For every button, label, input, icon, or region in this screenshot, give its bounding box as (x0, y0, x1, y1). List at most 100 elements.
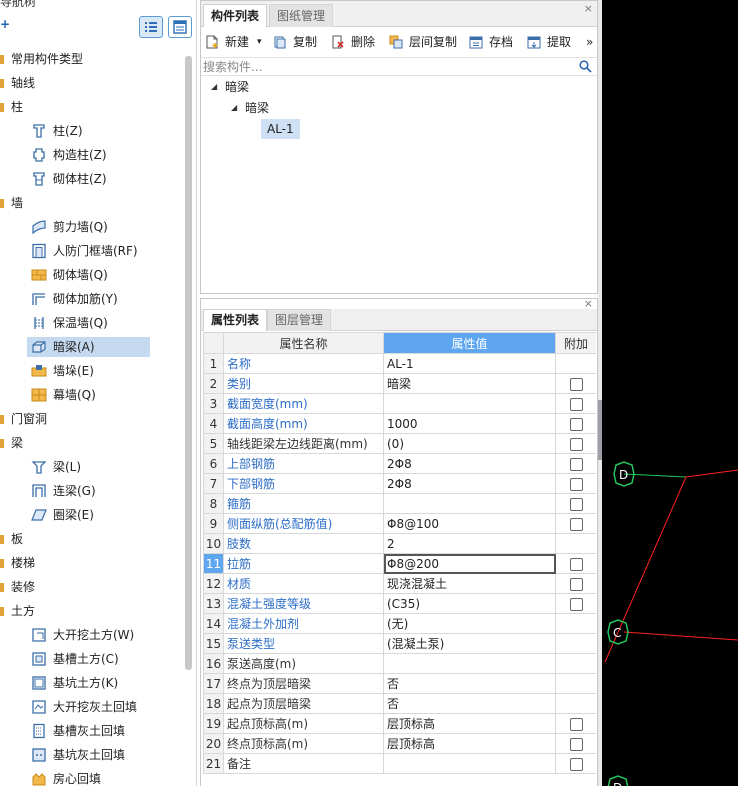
property-row[interactable]: 16 泵送高度(m) (203, 653, 596, 674)
property-value-cell[interactable]: 层顶标高 (383, 713, 556, 734)
nav-item-curtain-wall[interactable]: 幕墙(Q) (27, 385, 150, 405)
attach-checkbox[interactable] (569, 497, 583, 511)
attach-cell (555, 453, 596, 474)
nav-item-civil-defense-door-wall[interactable]: 人防门框墙(RF) (27, 241, 150, 261)
tab-component-list[interactable]: 构件列表 (203, 4, 268, 27)
nav-item-column[interactable]: 柱(Z) (27, 121, 150, 141)
nav-item-beam[interactable]: 梁(L) (27, 457, 150, 477)
property-row[interactable]: 11 拉筋 Φ8@200 (203, 553, 596, 574)
property-row[interactable]: 13 混凝土强度等级 (C35) (203, 593, 596, 614)
nav-item-construct-column[interactable]: 构造柱(Z) (27, 145, 150, 165)
property-value-cell[interactable]: 现浇混凝土 (383, 573, 556, 594)
property-row[interactable]: 7 下部钢筋 2Φ8 (203, 473, 596, 494)
property-row[interactable]: 5 轴线距梁左边线距离(mm) (0) (203, 433, 596, 454)
nav-item-excavation-backfill[interactable]: 大开挖灰土回填 (27, 697, 150, 717)
nav-item-shear-wall[interactable]: 剪力墙(Q) (27, 217, 150, 237)
property-value-cell[interactable]: 2Φ8 (383, 453, 556, 474)
attach-checkbox[interactable] (569, 417, 583, 431)
property-row[interactable]: 19 起点顶标高(m) 层顶标高 (203, 713, 596, 734)
property-row[interactable]: 2 类别 暗梁 (203, 373, 596, 394)
property-value-cell[interactable]: (无) (383, 613, 556, 634)
component-panel-close-button[interactable]: × (584, 2, 593, 15)
attach-checkbox[interactable] (569, 517, 583, 531)
copy-button[interactable]: 复制 (273, 28, 323, 56)
property-value-cell[interactable] (383, 393, 556, 414)
extract-button[interactable]: 提取 (527, 28, 577, 56)
property-value-cell[interactable]: Φ8@200 (383, 553, 556, 574)
nav-item-ring-beam[interactable]: 圈梁(E) (27, 505, 150, 525)
property-value-cell[interactable]: 2 (383, 533, 556, 554)
property-value-cell[interactable]: 暗梁 (383, 373, 556, 394)
new-dropdown-icon[interactable]: ▾ (257, 28, 262, 56)
property-row[interactable]: 6 上部钢筋 2Φ8 (203, 453, 596, 474)
attach-checkbox[interactable] (569, 477, 583, 491)
drawing-canvas[interactable]: D C D (602, 0, 738, 786)
nav-item-excavation[interactable]: 大开挖土方(W) (27, 625, 150, 645)
attach-checkbox[interactable] (569, 757, 583, 771)
property-value-cell[interactable]: (C35) (383, 593, 556, 614)
component-search-input[interactable] (203, 59, 563, 75)
nav-item-masonry-column[interactable]: 砌体柱(Z) (27, 169, 150, 189)
delete-button[interactable]: 删除 (331, 28, 381, 56)
nav-item-pit-backfill[interactable]: 基坑灰土回填 (27, 745, 150, 765)
property-value-cell[interactable] (383, 653, 556, 674)
tab-layer-management[interactable]: 图层管理 (267, 309, 332, 331)
archive-button[interactable]: 存档 (469, 28, 519, 56)
property-value-cell[interactable]: 层顶标高 (383, 733, 556, 754)
nav-item-room-backfill[interactable]: 房心回填 (27, 769, 150, 786)
property-row[interactable]: 3 截面宽度(mm) (203, 393, 596, 414)
toolbar-more-button[interactable]: » (586, 28, 596, 56)
property-row[interactable]: 9 侧面纵筋(总配筋值) Φ8@100 (203, 513, 596, 534)
property-row[interactable]: 21 备注 (203, 753, 596, 774)
nav-item-wall-pier[interactable]: 墙垛(E) (27, 361, 150, 381)
table-view-button[interactable] (168, 16, 192, 38)
property-value-cell[interactable]: Φ8@100 (383, 513, 556, 534)
nav-scrollbar[interactable] (185, 56, 192, 670)
property-value-cell[interactable]: 否 (383, 693, 556, 714)
property-value-cell[interactable]: AL-1 (383, 353, 556, 374)
nav-item-masonry-reinforcement[interactable]: 砌体加筋(Y) (27, 289, 150, 309)
attach-checkbox[interactable] (569, 397, 583, 411)
property-value-cell[interactable]: 否 (383, 673, 556, 694)
property-row[interactable]: 15 泵送类型 (混凝土泵) (203, 633, 596, 654)
nav-item-hidden-beam[interactable]: 暗梁(A) (27, 337, 150, 357)
property-row[interactable]: 10 肢数 2 (203, 533, 596, 554)
tab-drawing-management[interactable]: 图纸管理 (269, 4, 334, 27)
nav-item-trench-earthwork[interactable]: 基槽土方(C) (27, 649, 150, 669)
attach-checkbox[interactable] (569, 597, 583, 611)
list-view-button[interactable] (139, 16, 163, 38)
attach-checkbox[interactable] (569, 577, 583, 591)
nav-item-insulation-wall[interactable]: 保温墙(Q) (27, 313, 150, 333)
property-row[interactable]: 12 材质 现浇混凝土 (203, 573, 596, 594)
property-row[interactable]: 4 截面高度(mm) 1000 (203, 413, 596, 434)
nav-item-coupling-beam[interactable]: 连梁(G) (27, 481, 150, 501)
nav-add-button[interactable]: + (0, 17, 10, 31)
attach-checkbox[interactable] (569, 437, 583, 451)
property-row[interactable]: 20 终点顶标高(m) 层顶标高 (203, 733, 596, 754)
property-value-cell[interactable] (383, 493, 556, 514)
new-button[interactable]: 新建 ▾ (205, 28, 265, 56)
attach-checkbox[interactable] (569, 457, 583, 471)
floor-copy-button[interactable]: 层间复制 (389, 28, 461, 56)
attach-checkbox[interactable] (569, 377, 583, 391)
property-value-cell[interactable]: (0) (383, 433, 556, 454)
nav-item-trench-backfill[interactable]: 基槽灰土回填 (27, 721, 150, 741)
property-row[interactable]: 14 混凝土外加剂 (无) (203, 613, 596, 634)
nav-item-pit-earthwork[interactable]: 基坑土方(K) (27, 673, 150, 693)
property-value-cell[interactable]: 1000 (383, 413, 556, 434)
attach-checkbox[interactable] (569, 557, 583, 571)
component-tree-item-al1[interactable]: AL-1 (261, 119, 300, 139)
property-value-cell[interactable] (383, 753, 556, 774)
property-value-cell[interactable]: (混凝土泵) (383, 633, 556, 654)
attach-checkbox[interactable] (569, 717, 583, 731)
attach-checkbox[interactable] (569, 737, 583, 751)
tab-property-list[interactable]: 属性列表 (203, 309, 268, 331)
property-row[interactable]: 18 起点为顶层暗梁否 (203, 693, 596, 714)
property-row[interactable]: 8 箍筋 (203, 493, 596, 514)
property-row[interactable]: 1 名称 AL-1 (203, 353, 596, 374)
property-row[interactable]: 17 终点为顶层暗梁否 (203, 673, 596, 694)
property-value-cell[interactable]: 2Φ8 (383, 473, 556, 494)
property-panel-close-button[interactable]: × (584, 297, 593, 310)
nav-item-masonry-wall[interactable]: 砌体墙(Q) (27, 265, 150, 285)
search-icon[interactable] (579, 60, 592, 73)
